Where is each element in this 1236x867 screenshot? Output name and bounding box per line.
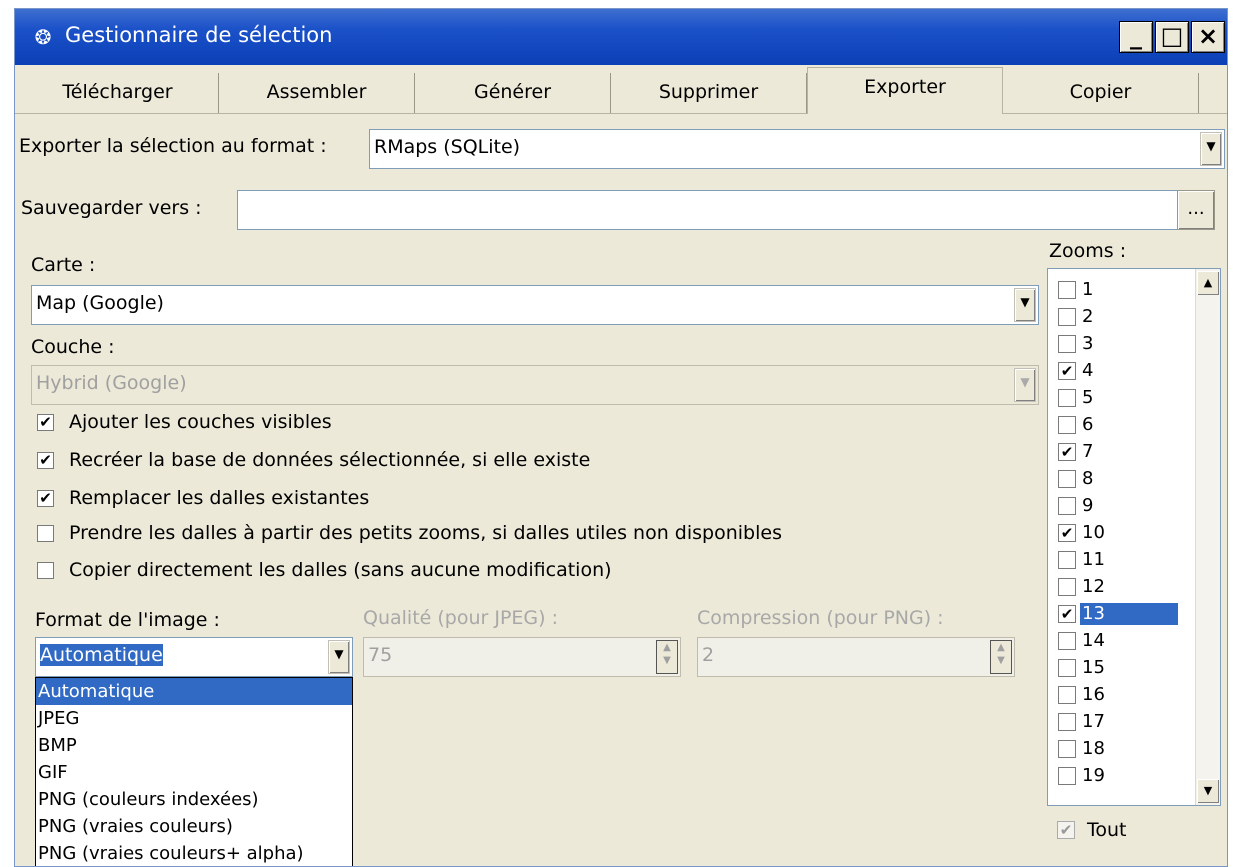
checkbox-icon[interactable] [1058,659,1076,677]
zoom-item-17[interactable]: 17 [1058,711,1188,737]
tab-assembler[interactable]: Assembler [219,73,415,113]
checkbox-icon[interactable] [1058,308,1076,326]
save-path-label: Sauvegarder vers : [21,197,202,219]
zoom-item-12[interactable]: 12 [1058,576,1188,602]
export-format-select[interactable]: RMaps (SQLite) ▼ [369,129,1225,169]
dropdown-option-png-truecolor[interactable]: PNG (vraies couleurs) [36,813,352,840]
checkbox-icon[interactable] [1058,632,1076,650]
tab-exporter[interactable]: Exporter [807,67,1003,114]
browse-button[interactable]: ... [1177,190,1215,230]
image-format-label: Format de l'image : [35,609,220,631]
image-format-dropdown[interactable]: Automatique JPEG BMP GIF PNG (couleurs i… [35,677,353,866]
checkbox-icon[interactable] [37,562,54,579]
checkbox-icon[interactable]: ✔ [1058,362,1076,380]
chevron-down-icon: ▼ [1014,368,1036,402]
spinner-arrows-icon: ▲ ▼ [656,640,678,674]
zooms-scrollbar[interactable]: ▲ ▼ [1195,269,1220,805]
zoom-item-7[interactable]: ✔ 7 [1058,441,1188,467]
checkbox-icon[interactable]: ✔ [1058,524,1076,542]
compression-value: 2 [702,644,715,666]
dropdown-option-png-indexed[interactable]: PNG (couleurs indexées) [36,786,352,813]
tab-supprimer[interactable]: Supprimer [611,73,807,113]
zoom-item-3[interactable]: 3 [1058,333,1188,359]
zoom-item-13[interactable]: ✔ 13 [1058,603,1188,629]
checkbox-icon[interactable] [1058,713,1076,731]
layer-select: Hybrid (Google) ▼ [31,365,1039,405]
title-bar[interactable]: ❂ Gestionnaire de sélection _ □ × [15,9,1227,65]
dropdown-option-png-truecolor-alpha[interactable]: PNG (vraies couleurs+ alpha) [36,840,352,866]
chevron-down-icon[interactable]: ▼ [1200,132,1222,166]
checkbox-icon[interactable] [1058,497,1076,515]
zoom-item-1[interactable]: 1 [1058,279,1188,305]
checkbox-icon[interactable] [1058,740,1076,758]
dropdown-option-automatique[interactable]: Automatique [36,678,352,705]
checkbox-icon[interactable]: ✔ [37,490,54,507]
save-path-input[interactable] [237,190,1187,230]
zoom-item-10[interactable]: ✔ 10 [1058,522,1188,548]
chevron-down-icon[interactable]: ▼ [328,640,350,674]
selection-manager-window: ❂ Gestionnaire de sélection _ □ × Téléch… [14,8,1228,867]
checkbox-icon[interactable] [1058,686,1076,704]
compression-label: Compression (pour PNG) : [697,607,944,629]
quality-value: 75 [368,644,393,666]
tab-bar: Télécharger Assembler Générer Supprimer … [15,67,1227,114]
checkbox-icon[interactable] [1058,551,1076,569]
zoom-item-18[interactable]: 18 [1058,738,1188,764]
map-value: Map (Google) [36,292,164,314]
zoom-item-9[interactable]: 9 [1058,495,1188,521]
tab-copier[interactable]: Copier [1003,73,1199,113]
window-title: Gestionnaire de sélection [65,23,333,47]
checkbox-icon[interactable]: ✔ [37,452,54,469]
checkbox-icon[interactable]: ✔ [37,414,54,431]
zoom-item-5[interactable]: 5 [1058,387,1188,413]
export-format-value: RMaps (SQLite) [374,136,521,158]
checkbox-icon[interactable] [37,525,54,542]
map-select[interactable]: Map (Google) ▼ [31,285,1039,325]
checkbox-icon[interactable] [1058,767,1076,785]
image-format-value: Automatique [40,644,163,666]
zoom-item-14[interactable]: 14 [1058,630,1188,656]
checkbox-icon[interactable] [1058,470,1076,488]
checkbox-icon[interactable] [1058,335,1076,353]
layer-value: Hybrid (Google) [36,372,187,394]
zoom-item-2[interactable]: 2 [1058,306,1188,332]
scroll-up-icon[interactable]: ▲ [1197,271,1219,295]
chevron-down-icon[interactable]: ▼ [1014,288,1036,322]
checkbox-icon[interactable]: ✔ [1058,605,1076,623]
zoom-item-15[interactable]: 15 [1058,657,1188,683]
export-format-label: Exporter la sélection au format : [19,135,327,157]
checkbox-icon[interactable] [1058,281,1076,299]
zooms-label: Zooms : [1049,240,1127,262]
tab-generer[interactable]: Générer [415,73,611,113]
compression-spinner: 2 ▲ ▼ [697,637,1015,677]
checkbox-icon[interactable] [1058,389,1076,407]
zoom-item-6[interactable]: 6 [1058,414,1188,440]
quality-label: Qualité (pour JPEG) : [363,607,559,629]
zooms-list[interactable]: 1 2 3 ✔ 4 5 6 ✔ 7 8 9 ✔ 10 11 12 ✔ 13 14 15 … [1047,268,1221,806]
checkbox-icon[interactable]: ✔ [1058,443,1076,461]
dropdown-option-gif[interactable]: GIF [36,759,352,786]
close-button[interactable]: × [1191,21,1225,53]
quality-spinner: 75 ▲ ▼ [363,637,681,677]
spinner-arrows-icon: ▲ ▼ [990,640,1012,674]
minimize-button[interactable]: _ [1119,21,1153,53]
maximize-button[interactable]: □ [1155,21,1189,53]
image-format-select[interactable]: Automatique ▼ [35,637,353,677]
zoom-item-19[interactable]: 19 [1058,765,1188,791]
tab-telecharger[interactable]: Télécharger [17,73,219,113]
zoom-item-8[interactable]: 8 [1058,468,1188,494]
app-icon: ❂ [34,25,52,49]
zoom-item-16[interactable]: 16 [1058,684,1188,710]
zoom-item-11[interactable]: 11 [1058,549,1188,575]
zoom-item-4[interactable]: ✔ 4 [1058,360,1188,386]
checkbox-icon[interactable] [1058,416,1076,434]
checkbox-icon[interactable] [1058,578,1076,596]
dropdown-option-bmp[interactable]: BMP [36,732,352,759]
scroll-down-icon[interactable]: ▼ [1197,779,1219,803]
layer-label: Couche : [31,336,115,358]
dropdown-option-jpeg[interactable]: JPEG [36,705,352,732]
map-label: Carte : [31,254,96,276]
checkbox-icon: ✔ [1057,821,1075,839]
